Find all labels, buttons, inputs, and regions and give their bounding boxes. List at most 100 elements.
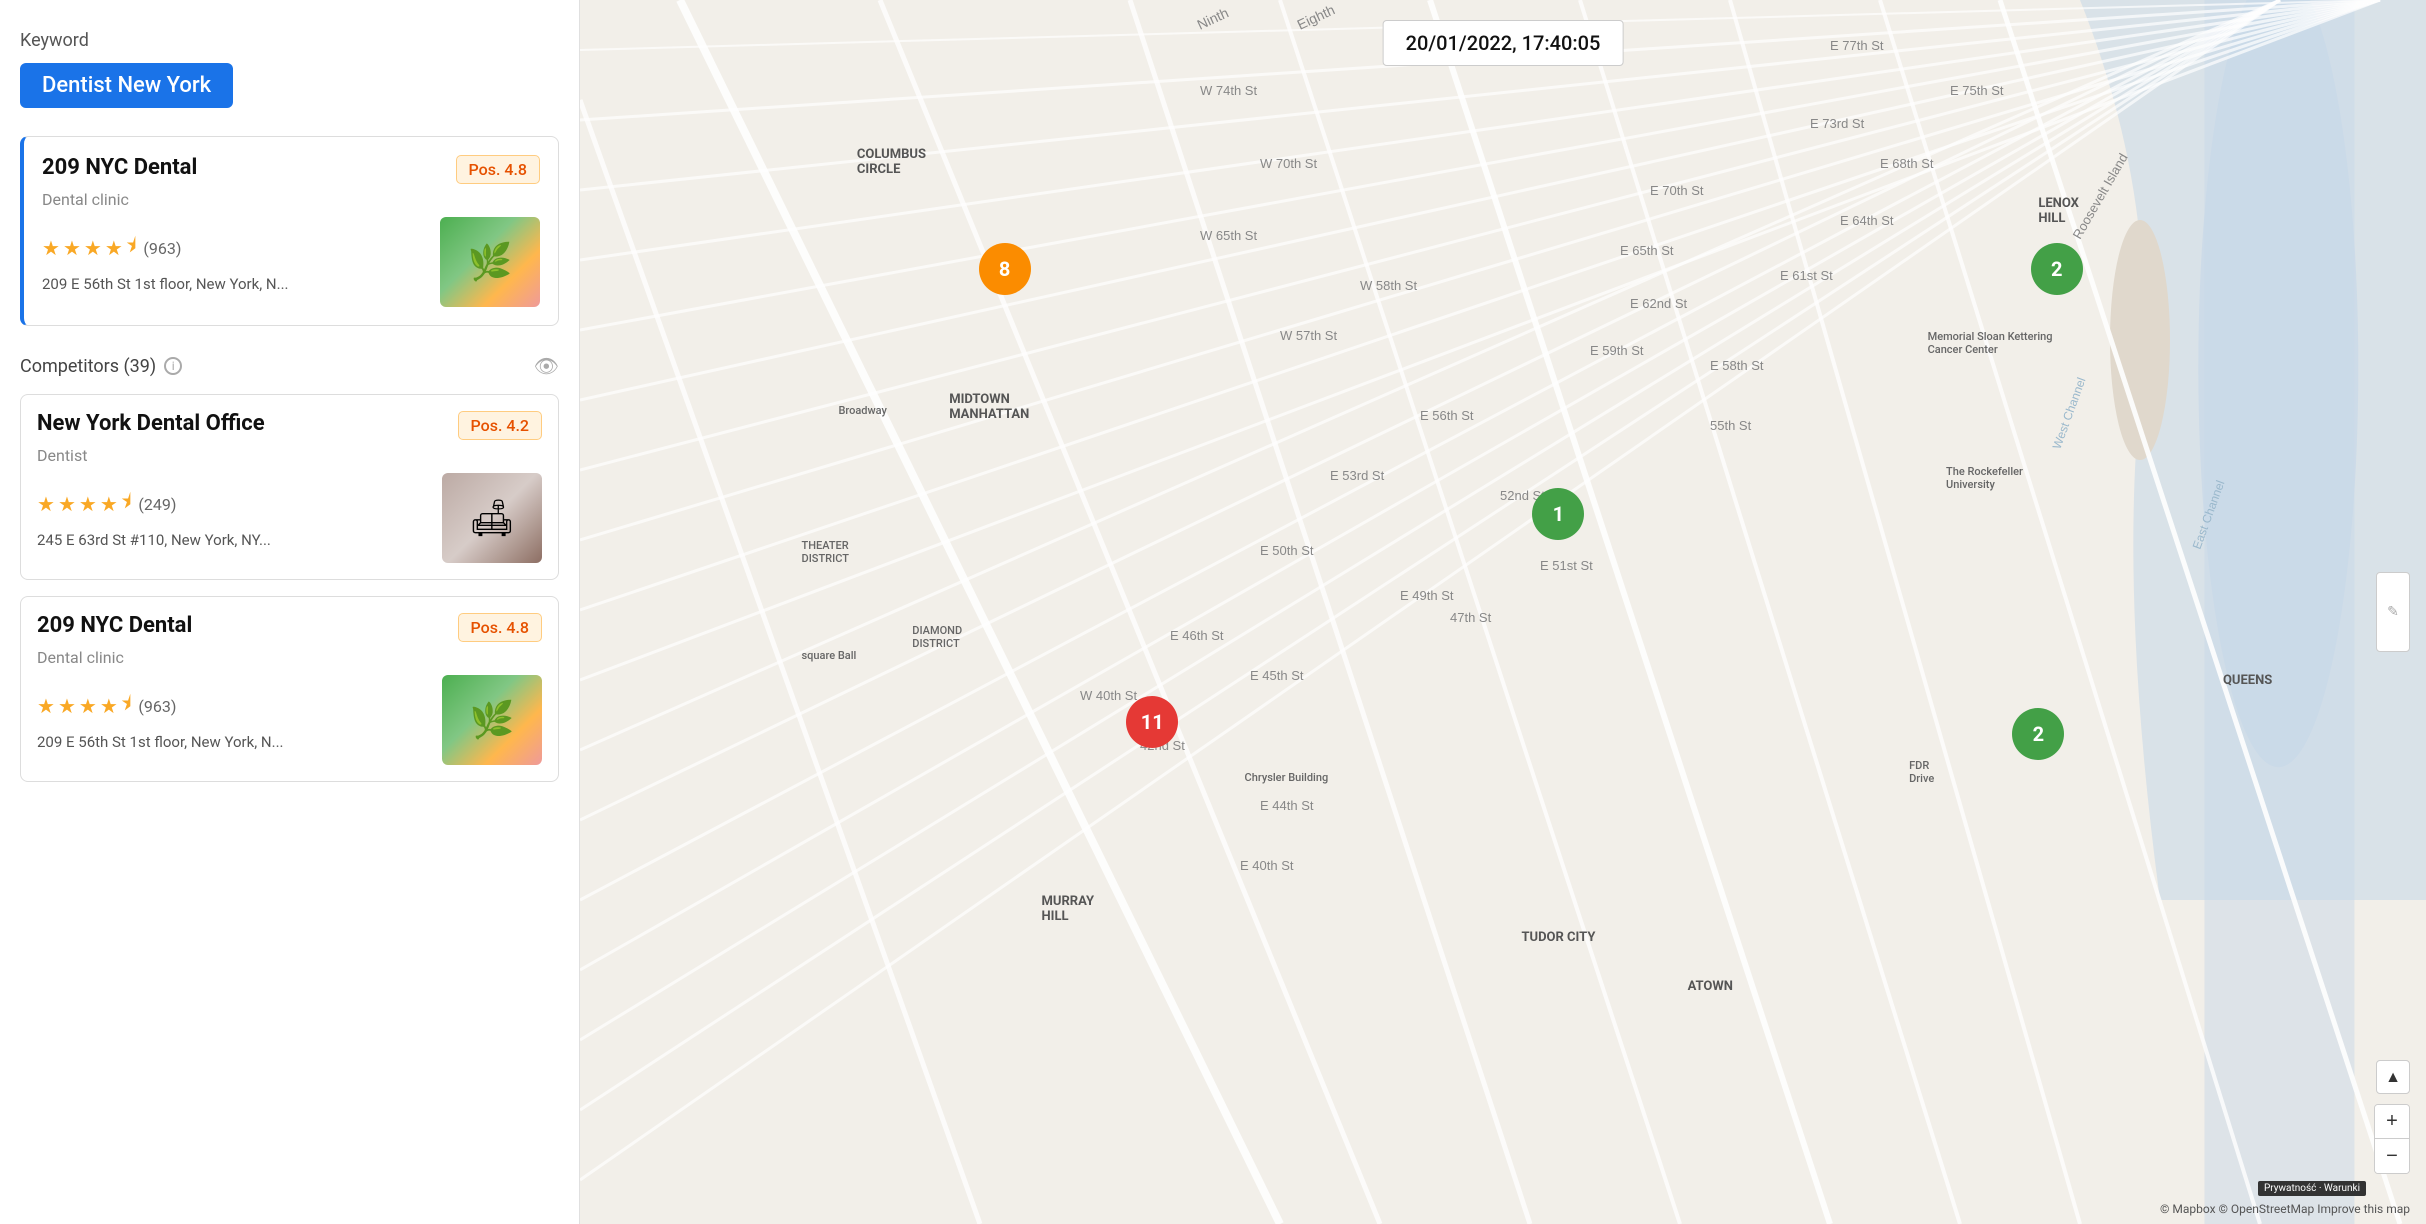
star-2: ★ [58, 694, 76, 718]
comp-0-type: Dentist [37, 446, 542, 465]
svg-text:55th St: 55th St [1710, 418, 1752, 433]
svg-text:W 58th St: W 58th St [1360, 278, 1417, 293]
svg-text:E 73rd St: E 73rd St [1810, 116, 1865, 131]
comp-0-name: New York Dental Office [37, 411, 265, 436]
svg-text:E 68th St: E 68th St [1880, 156, 1934, 171]
comp-1-review-count: (963) [138, 697, 176, 716]
comp-1-address: 209 E 56th St 1st floor, New York, N... [37, 733, 430, 751]
star-4: ★ [105, 236, 123, 260]
svg-text:E 40th St: E 40th St [1240, 858, 1294, 873]
comp-1-name: 209 NYC Dental [37, 613, 192, 638]
star-3: ★ [84, 236, 102, 260]
office-photo: 🛋 [442, 473, 542, 563]
svg-text:E 49th St: E 49th St [1400, 588, 1454, 603]
comp-0-address: 245 E 63rd St #110, New York, NY... [37, 531, 430, 549]
svg-text:E 58th St: E 58th St [1710, 358, 1764, 373]
svg-text:E 46th St: E 46th St [1170, 628, 1224, 643]
comp-1-stars: ★ ★ ★ ★ ⯨ (963) [37, 689, 430, 723]
map-area[interactable]: Ninth Eighth W 74th St E 77th St E 75th … [580, 0, 2426, 1224]
svg-text:E 70th St: E 70th St [1650, 183, 1704, 198]
star-1: ★ [37, 694, 55, 718]
couple-photo-2: 🌿 [442, 675, 542, 765]
map-svg: Ninth Eighth W 74th St E 77th St E 75th … [580, 0, 2426, 1224]
svg-text:E 50th St: E 50th St [1260, 543, 1314, 558]
competitor-card-1: 209 NYC Dental Pos. 4.8 Dental clinic ★ … [20, 596, 559, 782]
svg-text:E 65th St: E 65th St [1620, 243, 1674, 258]
svg-text:W 70th St: W 70th St [1260, 156, 1317, 171]
marker-11[interactable]: 11 [1126, 696, 1178, 748]
star-1: ★ [37, 492, 55, 516]
svg-text:W 40th St: W 40th St [1080, 688, 1137, 703]
zoom-in-button[interactable]: + [2375, 1105, 2409, 1139]
map-attribution: © Mapbox © OpenStreetMap Improve this ma… [2160, 1202, 2410, 1216]
eye-icon[interactable]: 👁 [534, 354, 559, 378]
couple-photo: 🌿 [440, 217, 540, 307]
svg-text:E 44th St: E 44th St [1260, 798, 1314, 813]
star-4: ★ [100, 694, 118, 718]
comp-0-header: New York Dental Office Pos. 4.2 [37, 411, 542, 440]
svg-text:E 75th St: E 75th St [1950, 83, 2004, 98]
svg-text:E 45th St: E 45th St [1250, 668, 1304, 683]
comp-0-review-count: (249) [138, 495, 176, 514]
comp-1-type: Dental clinic [37, 648, 542, 667]
svg-text:E 77th St: E 77th St [1830, 38, 1884, 53]
comp-0-info: ★ ★ ★ ★ ⯨ (249) 245 E 63rd St #110, New … [37, 487, 430, 549]
svg-text:W 65th St: W 65th St [1200, 228, 1257, 243]
info-icon[interactable]: i [164, 357, 182, 375]
comp-1-body: ★ ★ ★ ★ ⯨ (963) 209 E 56th St 1st floor,… [37, 675, 542, 765]
svg-text:W 74th St: W 74th St [1200, 83, 1257, 98]
svg-text:E 59th St: E 59th St [1590, 343, 1644, 358]
comp-0-stars: ★ ★ ★ ★ ⯨ (249) [37, 487, 430, 521]
attribution-text[interactable]: © Mapbox © OpenStreetMap Improve this ma… [2160, 1202, 2410, 1216]
star-3: ★ [79, 694, 97, 718]
main-review-count: (963) [143, 239, 181, 258]
main-listing-card: 209 NYC Dental Pos. 4.8 Dental clinic ★ … [20, 136, 559, 326]
star-2: ★ [63, 236, 81, 260]
svg-text:E 53rd St: E 53rd St [1330, 468, 1385, 483]
comp-1-image: 🌿 [442, 675, 542, 765]
star-4: ★ [100, 492, 118, 516]
svg-text:47th St: 47th St [1450, 610, 1492, 625]
marker-1[interactable]: 1 [1532, 488, 1584, 540]
main-pos-badge: Pos. 4.8 [456, 155, 540, 184]
zoom-controls: + − [2374, 1104, 2410, 1174]
timestamp-text: 20/01/2022, 17:40:05 [1406, 31, 1601, 55]
svg-text:E 56th St: E 56th St [1420, 408, 1474, 423]
star-half: ⯨ [121, 487, 132, 521]
comp-1-pos: Pos. 4.8 [458, 613, 542, 642]
main-address: 209 E 56th St 1st floor, New York, N... [42, 275, 428, 293]
star-3: ★ [79, 492, 97, 516]
marker-2-top[interactable]: 2 [2031, 243, 2083, 295]
marker-8[interactable]: 8 [979, 243, 1031, 295]
main-business-type: Dental clinic [42, 190, 540, 209]
comp-0-body: ★ ★ ★ ★ ⯨ (249) 245 E 63rd St #110, New … [37, 473, 542, 563]
privacy-badge: Prywatność · Warunki [2258, 1181, 2366, 1196]
svg-text:E 61st St: E 61st St [1780, 268, 1833, 283]
svg-text:E 64th St: E 64th St [1840, 213, 1894, 228]
comp-1-info: ★ ★ ★ ★ ⯨ (963) 209 E 56th St 1st floor,… [37, 689, 430, 751]
svg-text:W 57th St: W 57th St [1280, 328, 1337, 343]
main-listing-image: 🌿 [440, 217, 540, 307]
star-2: ★ [58, 492, 76, 516]
svg-text:E 62nd St: E 62nd St [1630, 296, 1687, 311]
star-half: ⯨ [126, 231, 137, 265]
main-stars: ★ ★ ★ ★ ⯨ (963) [42, 231, 428, 265]
star-1: ★ [42, 236, 60, 260]
keyword-badge[interactable]: Dentist New York [20, 63, 233, 108]
competitors-title: Competitors (39) [20, 356, 156, 377]
privacy-text: Prywatność · Warunki [2264, 1183, 2360, 1194]
main-business-name: 209 NYC Dental [42, 155, 197, 180]
competitor-card-0: New York Dental Office Pos. 4.2 Dentist … [20, 394, 559, 580]
marker-2-bottom[interactable]: 2 [2012, 708, 2064, 760]
zoom-out-button[interactable]: − [2375, 1139, 2409, 1173]
compass[interactable]: ▲ [2376, 1060, 2410, 1094]
left-panel: Keyword Dentist New York 209 NYC Dental … [0, 0, 580, 1224]
comp-0-image: 🛋 [442, 473, 542, 563]
main-card-info: ★ ★ ★ ★ ⯨ (963) 209 E 56th St 1st floor,… [42, 231, 428, 293]
main-card-body: ★ ★ ★ ★ ⯨ (963) 209 E 56th St 1st floor,… [42, 217, 540, 307]
comp-0-pos: Pos. 4.2 [458, 411, 542, 440]
svg-text:E 51st St: E 51st St [1540, 558, 1593, 573]
star-half: ⯨ [121, 689, 132, 723]
comp-1-header: 209 NYC Dental Pos. 4.8 [37, 613, 542, 642]
map-scroll-control[interactable]: ✎ [2376, 572, 2410, 652]
